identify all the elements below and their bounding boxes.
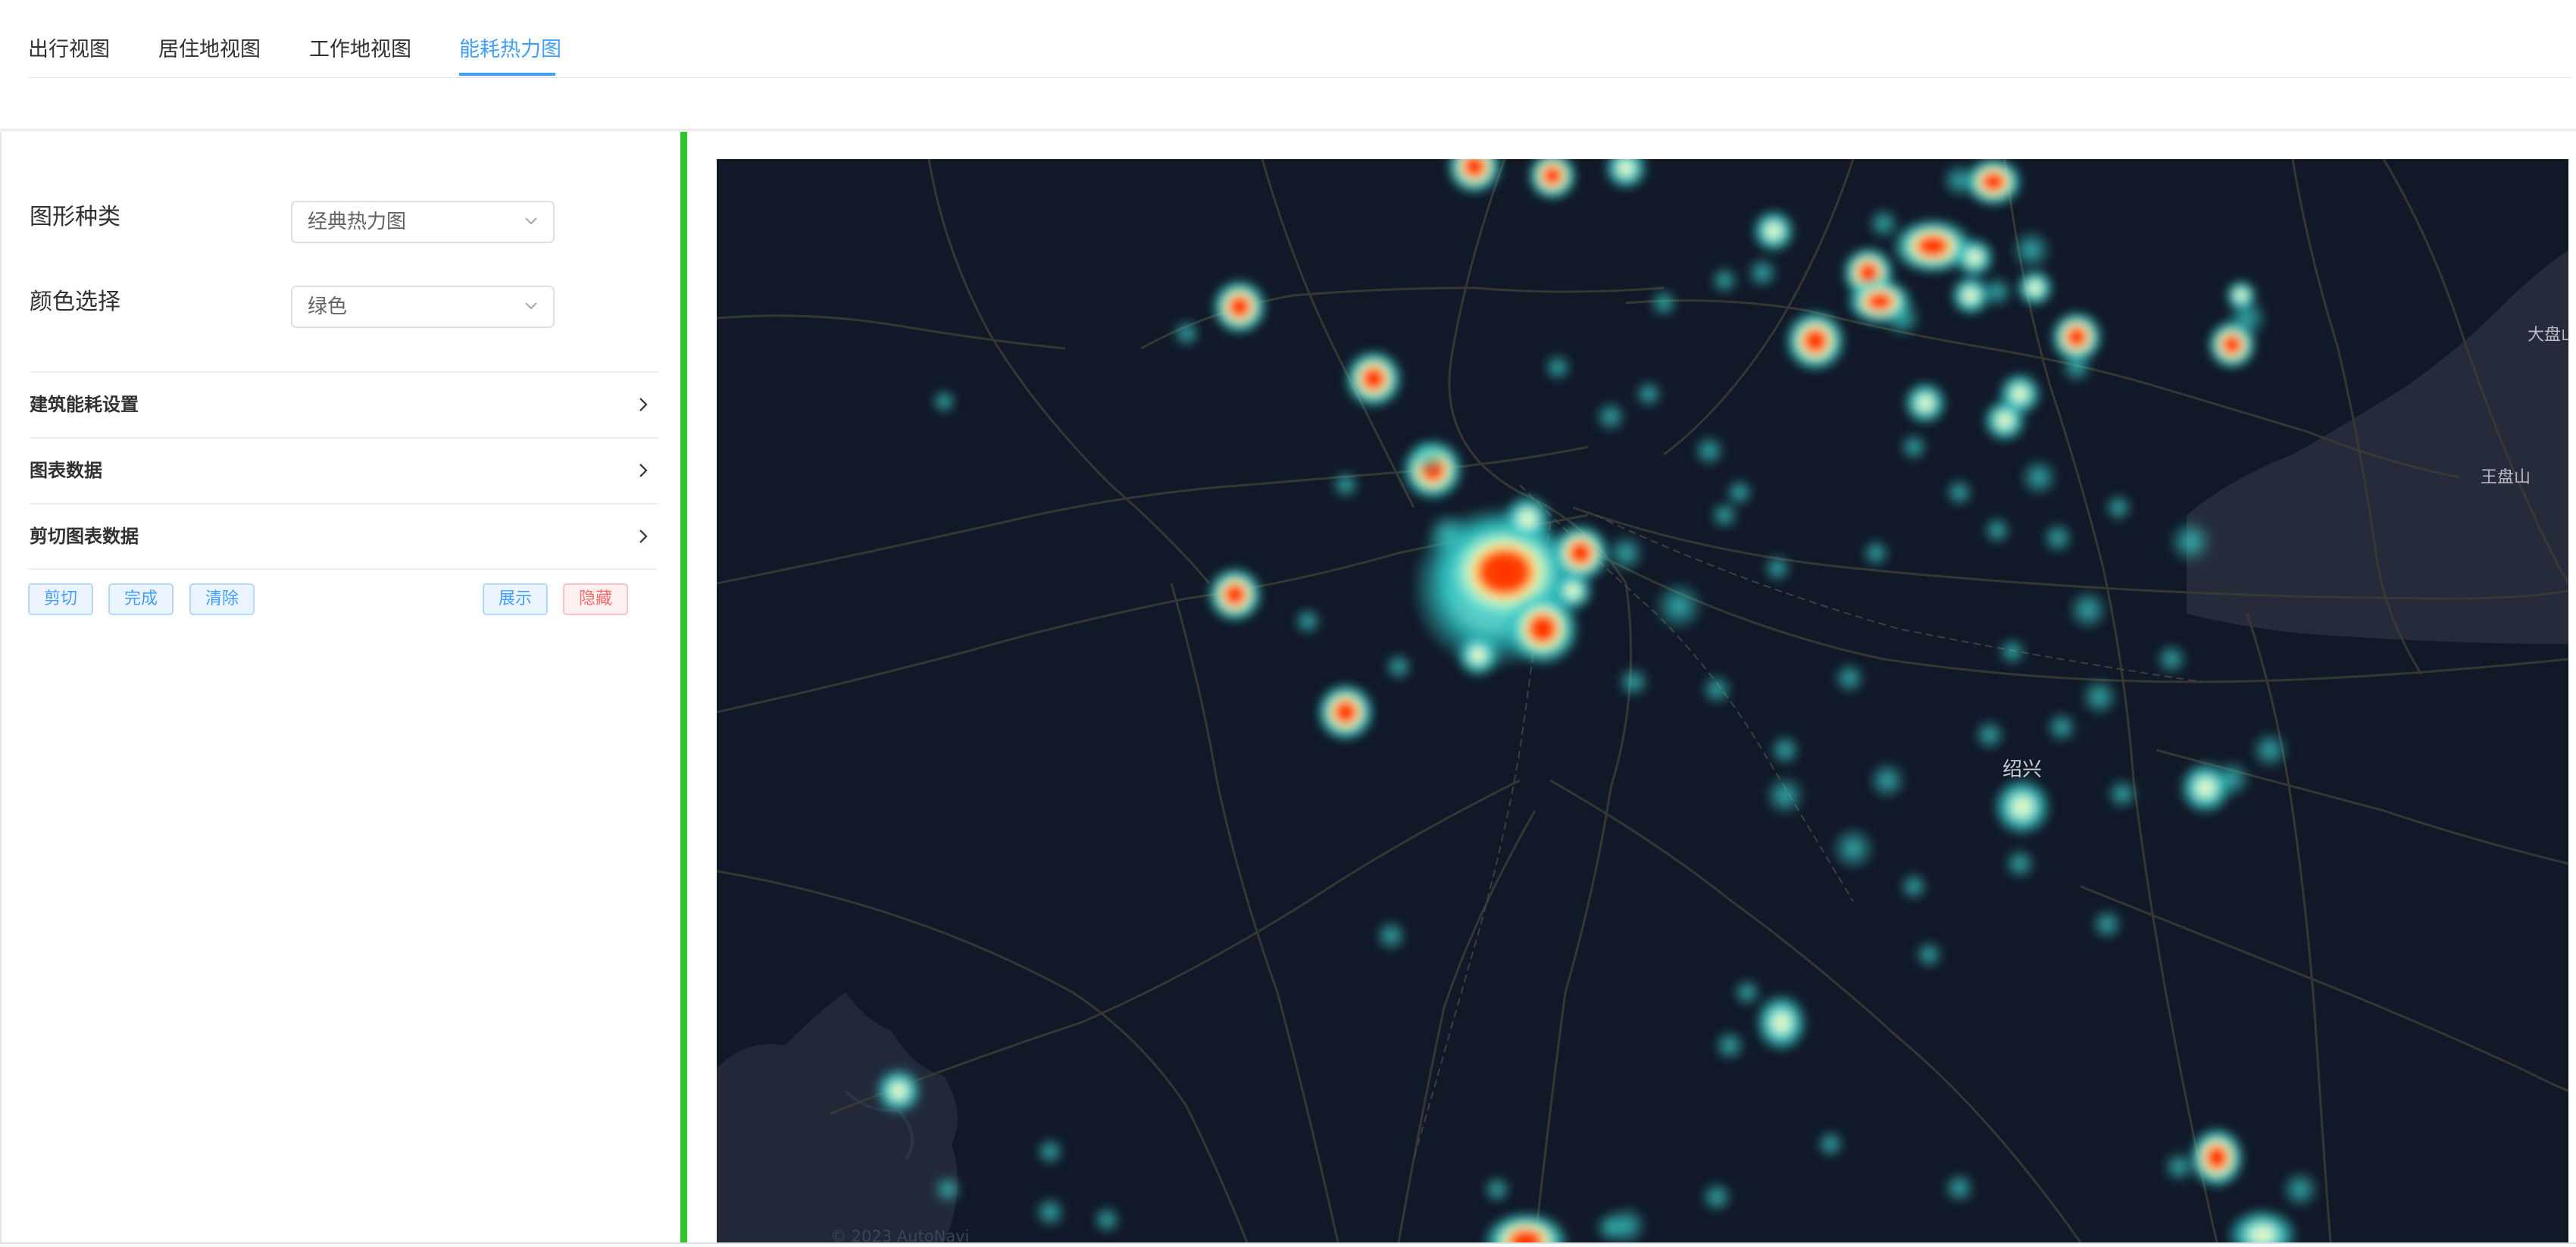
active-tab-indicator: [459, 73, 555, 76]
collapse-divider: [28, 568, 657, 570]
header-band: [0, 78, 2576, 130]
color-label: 颜色选择: [30, 289, 120, 315]
map-copyright: © 2023 AutoNavi: [830, 1227, 970, 1242]
chart-type-value: 经典热力图: [308, 211, 407, 233]
cut-button[interactable]: 剪切: [28, 583, 93, 615]
bottom-border: [0, 1242, 2576, 1244]
clear-button[interactable]: 清除: [189, 583, 255, 615]
show-button[interactable]: 展示: [483, 583, 548, 615]
chevron-right-icon: [639, 398, 648, 411]
tab-workplace-view[interactable]: 工作地视图: [309, 35, 411, 65]
chart-type-select[interactable]: 经典热力图: [291, 201, 555, 243]
mountain-label: 王盘山: [2481, 468, 2531, 487]
map-canvas: [717, 159, 2568, 1242]
collapse-chart-data[interactable]: 图表数据: [30, 437, 658, 504]
chevron-down-icon: [525, 217, 537, 225]
chevron-right-icon: [639, 530, 648, 543]
tab-travel-view[interactable]: 出行视图: [28, 35, 110, 65]
done-button[interactable]: 完成: [108, 583, 174, 615]
panel-divider[interactable]: [680, 132, 687, 1242]
view-tabs: 出行视图 居住地视图 工作地视图 能耗热力图: [28, 0, 2572, 79]
collapse-cut-chart-data[interactable]: 剪切图表数据: [30, 503, 658, 570]
color-select[interactable]: 绿色: [291, 286, 555, 328]
tab-residence-view[interactable]: 居住地视图: [158, 35, 261, 65]
hide-button[interactable]: 隐藏: [563, 583, 628, 615]
heatmap-map[interactable]: 绍兴 大盘山 王盘山 © 2023 AutoNavi: [717, 159, 2568, 1242]
settings-panel: 图形种类 经典热力图 颜色选择 绿色 建筑能耗设置 图表数据 剪切图表数据: [0, 132, 682, 1242]
chevron-right-icon: [639, 464, 648, 477]
collapse-label: 建筑能耗设置: [30, 394, 139, 415]
chart-type-label: 图形种类: [30, 204, 120, 230]
city-label: 绍兴: [2002, 758, 2043, 781]
collapse-building-energy-settings[interactable]: 建筑能耗设置: [30, 371, 658, 438]
collapse-label: 图表数据: [30, 460, 102, 481]
tab-energy-heatmap[interactable]: 能耗热力图: [459, 35, 561, 65]
chevron-down-icon: [525, 302, 537, 310]
mountain-label: 大盘山: [2528, 326, 2568, 345]
collapse-label: 剪切图表数据: [30, 526, 139, 547]
color-value: 绿色: [308, 295, 348, 318]
